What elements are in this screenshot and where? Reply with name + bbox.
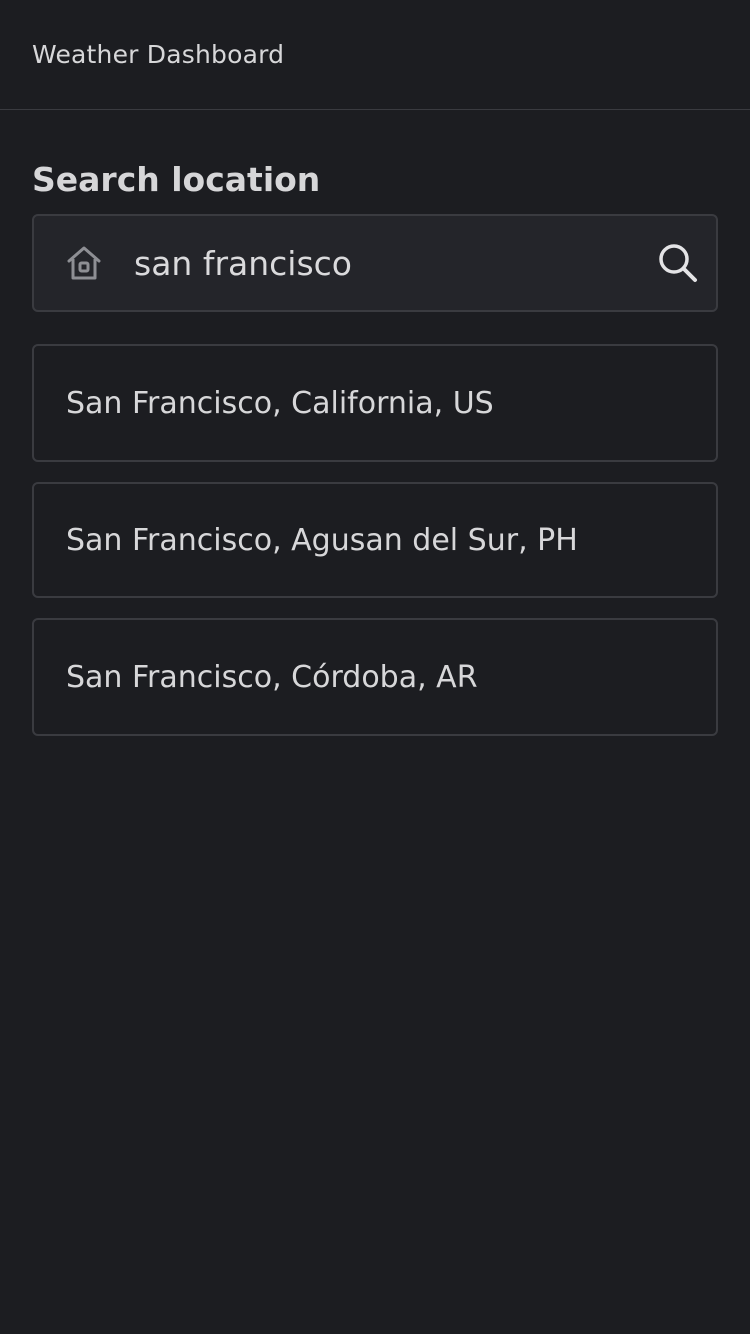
app-title: Weather Dashboard — [32, 40, 285, 69]
search-input[interactable] — [134, 233, 652, 293]
search-icon — [659, 244, 697, 282]
search-result-item[interactable]: San Francisco, Agusan del Sur, PH — [32, 482, 718, 598]
weather-dashboard-app: Weather Dashboard Search location san fr… — [0, 0, 750, 1334]
search-result-label: San Francisco, Córdoba, AR — [66, 659, 478, 695]
location-search-box — [32, 214, 718, 312]
search-result-item[interactable]: San Francisco, Córdoba, AR — [32, 618, 718, 736]
search-result-label: San Francisco, California, US — [66, 385, 494, 421]
search-result-item[interactable]: San Francisco, California, US — [32, 344, 718, 462]
search-location-section: Search location San Francisco, Californi — [0, 160, 750, 736]
search-result-label: San Francisco, Agusan del Sur, PH — [66, 522, 578, 558]
search-results-list: San Francisco, California, US San Franci… — [32, 344, 718, 736]
app-header: Weather Dashboard — [0, 0, 750, 110]
search-button[interactable] — [652, 237, 704, 289]
home-button[interactable] — [58, 237, 110, 289]
section-title: Search location — [32, 160, 321, 199]
home-icon — [67, 246, 101, 280]
